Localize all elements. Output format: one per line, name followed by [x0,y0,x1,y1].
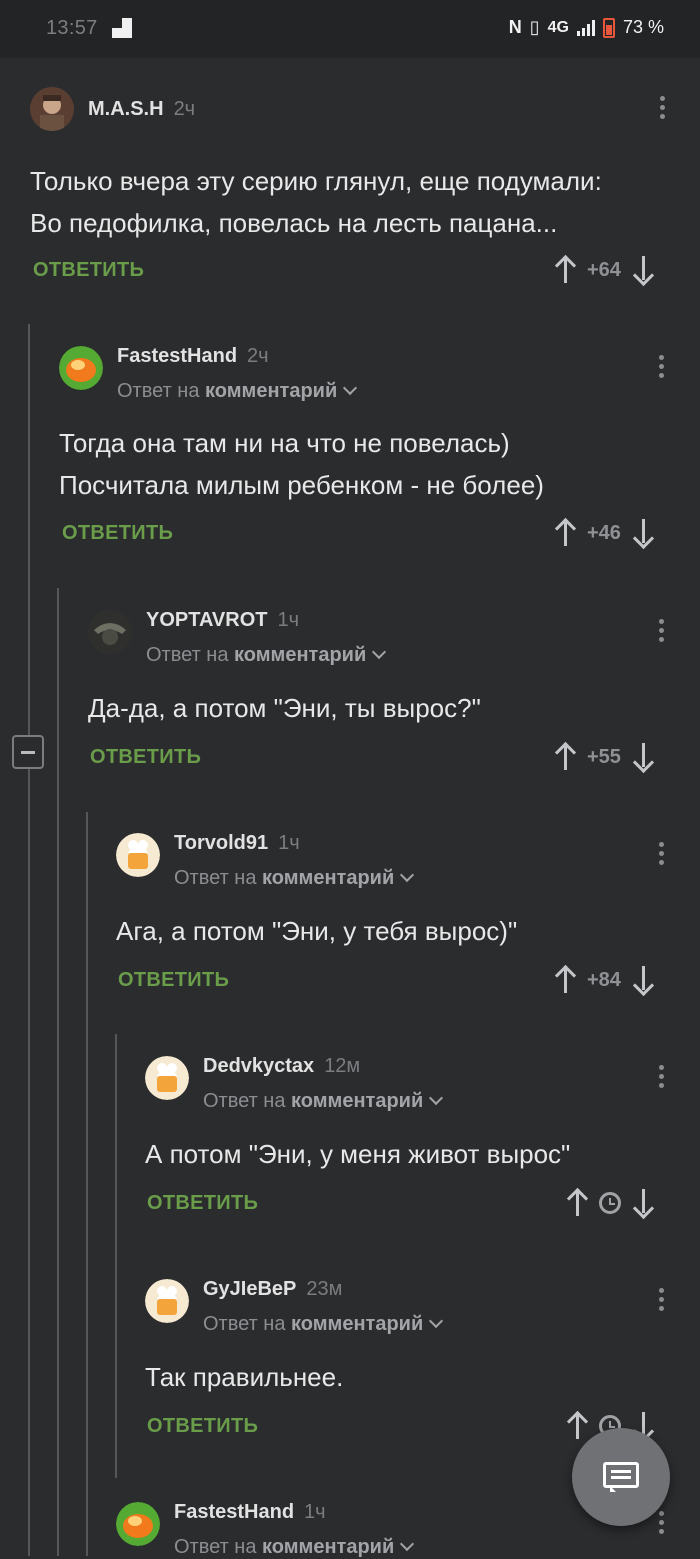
battery-percent: 73 % [622,17,664,37]
downvote-icon[interactable] [631,518,655,550]
kebab-menu-icon[interactable] [659,355,665,383]
thread-line [57,588,59,1556]
reply-button[interactable]: ОТВЕТИТЬ [118,969,229,992]
reply-to[interactable]: Ответ на комментарий [203,1090,444,1113]
comment-time: 2ч [247,345,269,367]
score: +46 [587,521,621,544]
comment-text: Только вчера эту серию глянул, еще подум… [30,166,602,238]
avatar[interactable] [30,87,74,131]
downvote-icon[interactable] [631,1188,655,1220]
chevron-down-icon [372,644,387,660]
reply-to[interactable]: Ответ на комментарий [146,644,387,667]
score: +84 [587,968,621,991]
clock-icon [599,1192,621,1214]
thread-line [86,812,88,1556]
reply-button[interactable]: ОТВЕТИТЬ [62,522,173,545]
reply-button[interactable]: ОТВЕТИТЬ [147,1192,258,1215]
comment-text: Ага, а потом "Эни, у тебя вырос)" [116,916,518,946]
reply-to[interactable]: Ответ на комментарий [203,1313,444,1336]
rating: +84 [553,963,655,997]
collapse-thread-button[interactable] [12,735,44,769]
chat-icon [603,1462,639,1488]
status-time: 13:57 [46,17,98,39]
avatar[interactable] [116,833,160,877]
notification-icon [112,18,132,38]
avatar[interactable] [145,1056,189,1100]
upvote-icon[interactable] [565,1187,589,1218]
upvote-icon[interactable] [553,741,577,772]
kebab-menu-icon[interactable] [660,96,666,124]
kebab-menu-icon[interactable] [659,1288,665,1316]
comment-author[interactable]: YOPTAVROT 1ч [146,609,299,632]
reply-to[interactable]: Ответ на комментарий [174,867,415,890]
comment-text: А потом "Эни, у меня живот вырос" [145,1139,571,1169]
comment-text: Да-да, а потом "Эни, ты вырос?" [88,693,481,723]
score: +64 [587,258,621,281]
rating: +55 [553,740,655,774]
kebab-menu-icon[interactable] [659,1511,665,1539]
battery-icon [602,17,615,38]
comment-author[interactable]: GyJIeBeP 23м [203,1278,342,1301]
downvote-icon[interactable] [631,255,655,287]
signal-icon [576,19,595,36]
reply-to[interactable]: Ответ на комментарий [117,380,358,403]
avatar[interactable] [59,346,103,390]
avatar[interactable] [145,1279,189,1323]
chevron-down-icon [429,1090,444,1106]
downvote-icon[interactable] [631,965,655,997]
comment-text: Тогда она там ни на что не повелась) Посч… [59,428,544,500]
status-icons: N ▯ 4G 73 % [509,17,664,38]
comment-author[interactable]: Torvold91 1ч [174,832,300,855]
upvote-icon[interactable] [553,254,577,285]
comment-time: 1ч [278,832,300,854]
kebab-menu-icon[interactable] [659,842,665,870]
vibrate-icon: ▯ [529,17,540,37]
comment-author[interactable]: FastestHand 1ч [174,1501,326,1524]
comment-time: 1ч [304,1501,326,1523]
chevron-down-icon [400,867,415,883]
thread-line [28,324,30,1556]
chevron-down-icon [429,1313,444,1329]
rating: +46 [553,516,655,550]
comment-time: 1ч [277,609,300,631]
avatar[interactable] [88,610,132,654]
avatar[interactable] [116,1502,160,1546]
comment-time: 2ч [173,98,196,120]
comment-text: Так правильнее. [145,1362,344,1392]
chevron-down-icon [400,1536,415,1552]
thread-line [115,1034,117,1478]
chevron-down-icon [343,380,358,396]
comment-time: 12м [324,1055,361,1077]
upvote-icon[interactable] [565,1410,589,1441]
chat-fab-button[interactable] [572,1428,670,1526]
upvote-icon[interactable] [553,964,577,995]
score: +55 [587,745,621,768]
rating: +64 [553,253,655,287]
comment-author[interactable]: Dedvkyctax 12м [203,1055,360,1078]
reply-button[interactable]: ОТВЕТИТЬ [147,1415,258,1438]
comment-author[interactable]: M.A.S.H 2ч [88,98,195,121]
reply-button[interactable]: ОТВЕТИТЬ [90,746,201,769]
reply-button[interactable]: ОТВЕТИТЬ [33,259,144,282]
status-bar: 13:57 N ▯ 4G 73 % [0,0,700,58]
comment-time: 23м [306,1278,343,1300]
comment-author[interactable]: FastestHand 2ч [117,345,269,368]
upvote-icon[interactable] [553,517,577,548]
kebab-menu-icon[interactable] [659,619,665,647]
network-type: 4G [547,18,569,36]
kebab-menu-icon[interactable] [659,1065,665,1093]
rating [565,1186,655,1220]
nfc-icon: N [508,17,522,37]
downvote-icon[interactable] [631,742,655,774]
